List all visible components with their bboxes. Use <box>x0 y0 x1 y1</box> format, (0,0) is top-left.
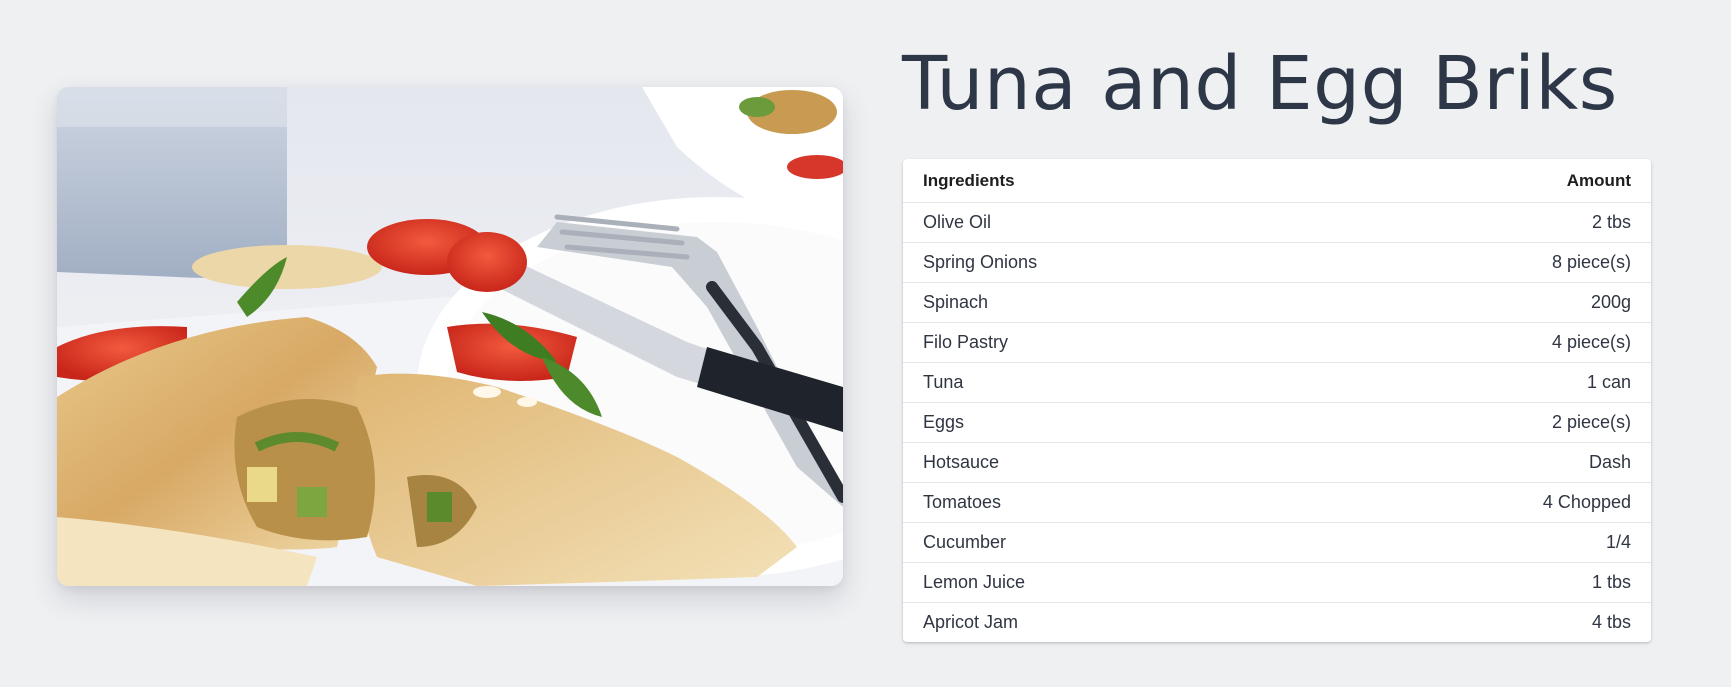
table-row: Tomatoes 4 Chopped <box>903 482 1651 523</box>
ingredient-name: Filo Pastry <box>903 322 1312 363</box>
ingredient-name: Tomatoes <box>903 482 1312 523</box>
table-row: Olive Oil 2 tbs <box>903 202 1651 243</box>
table-row: Hotsauce Dash <box>903 442 1651 483</box>
recipe-title: Tuna and Egg Briks <box>902 41 1618 127</box>
table-row: Spinach 200g <box>903 282 1651 323</box>
ingredient-name: Spring Onions <box>903 242 1312 283</box>
table-header-row: Ingredients Amount <box>903 159 1651 203</box>
table-row: Tuna 1 can <box>903 362 1651 403</box>
ingredient-name: Hotsauce <box>903 442 1312 483</box>
table-row: Spring Onions 8 piece(s) <box>903 242 1651 283</box>
recipe-image <box>57 87 843 586</box>
ingredient-name: Lemon Juice <box>903 562 1312 603</box>
ingredient-amount: Dash <box>1311 442 1651 483</box>
table-row: Filo Pastry 4 piece(s) <box>903 322 1651 363</box>
ingredients-table: Ingredients Amount Olive Oil 2 tbs Sprin… <box>903 159 1651 642</box>
ingredient-name: Tuna <box>903 362 1312 403</box>
table-row: Apricot Jam 4 tbs <box>903 603 1651 643</box>
ingredient-name: Apricot Jam <box>923 612 1019 632</box>
header-amount: Amount <box>1311 159 1651 203</box>
ingredient-amount: 1 tbs <box>1311 562 1651 603</box>
table-row: Lemon Juice 1 tbs <box>903 562 1651 603</box>
table-row: Cucumber 1/4 <box>903 522 1651 563</box>
ingredients-table-card: Ingredients Amount Olive Oil 2 tbs Sprin… <box>903 159 1651 642</box>
ingredient-amount: 4 Chopped <box>1311 482 1651 523</box>
ingredient-amount: 2 piece(s) <box>1311 402 1651 443</box>
ingredient-amount: 8 piece(s) <box>1311 242 1651 283</box>
ingredient-name: Spinach <box>903 282 1312 323</box>
ingredient-name: Olive Oil <box>903 202 1312 243</box>
table-row: Eggs 2 piece(s) <box>903 402 1651 443</box>
ingredient-amount: 2 tbs <box>1311 202 1651 243</box>
ingredient-name: Eggs <box>903 402 1312 443</box>
recipe-page: Tuna and Egg Briks Ingredients Amount Ol… <box>0 0 1731 687</box>
ingredient-amount: 1 can <box>1311 362 1651 403</box>
ingredient-amount: 4 piece(s) <box>1311 322 1651 363</box>
header-ingredients: Ingredients <box>903 159 1312 203</box>
ingredient-amount: 1/4 <box>1311 522 1651 563</box>
recipe-photo-illustration <box>57 87 843 586</box>
ingredient-amount: 200g <box>1311 282 1651 323</box>
ingredient-amount: 4 tbs <box>1591 612 1631 632</box>
ingredient-name: Cucumber <box>903 522 1312 563</box>
